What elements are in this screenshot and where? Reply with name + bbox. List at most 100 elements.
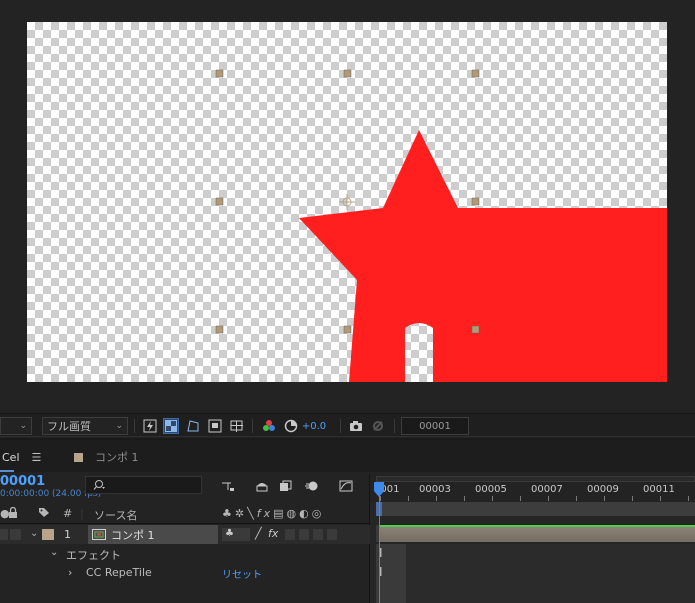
grid-guides-icon[interactable] — [229, 418, 245, 434]
ruler-label: 00011 — [643, 484, 675, 495]
effects-group-label: エフェクト — [66, 549, 121, 562]
frame-blend-switch-icon[interactable]: ▤ — [273, 507, 286, 520]
effects-group-row[interactable]: ⌄ エフェクト — [0, 544, 370, 563]
composition-icon — [92, 529, 106, 540]
red-star-shape[interactable] — [299, 130, 667, 382]
collapse-switch-icon[interactable]: ✲ — [235, 507, 247, 520]
toolbar-divider — [394, 419, 395, 433]
switches-column-header: ♣✲╲fx▤◍◐◎ — [222, 507, 324, 520]
layer-number-column-header[interactable]: # — [63, 507, 72, 520]
lock-toggle[interactable] — [10, 529, 21, 540]
ruler-label: 00007 — [531, 484, 563, 495]
active-tab-indicator — [0, 470, 14, 472]
3d-layer-switch[interactable] — [327, 529, 337, 540]
tab-label: Cel — [2, 450, 20, 464]
composition-canvas[interactable] — [27, 22, 667, 382]
layer-search-input[interactable] — [85, 476, 202, 494]
panel-menu-icon[interactable]: ☰ — [32, 451, 42, 464]
3d-layer-switch-icon[interactable]: ◎ — [312, 507, 325, 520]
toolbar-divider — [340, 419, 341, 433]
column-divider: | — [80, 507, 84, 520]
search-icon — [93, 480, 105, 490]
exposure-value[interactable]: +0.0 — [302, 417, 326, 435]
camera-snapshot-icon[interactable] — [348, 418, 364, 434]
lock-icon[interactable] — [8, 506, 18, 521]
ruler-tick — [520, 496, 521, 501]
timeline-panel: Cel ☰ コンポ 1 00001 0:00:00:00 (24.00 fps) — [0, 438, 695, 603]
effects-keyframe-track[interactable]: I — [376, 544, 695, 563]
motion-blur-icon[interactable] — [304, 477, 320, 495]
effect-keyframe-track[interactable]: I — [376, 563, 695, 582]
ruler-label: 00009 — [587, 484, 619, 495]
shy-layers-icon[interactable] — [254, 477, 270, 495]
show-snapshot-icon[interactable] — [370, 418, 386, 434]
ruler-tick — [492, 496, 493, 501]
chevron-down-icon: ⌄ — [115, 421, 123, 431]
quality-switch-icon[interactable]: ╱ — [255, 527, 262, 540]
layer-name-cell[interactable]: コンポ 1 — [88, 525, 218, 544]
visibility-toggle[interactable] — [0, 529, 8, 540]
source-name-column-header[interactable]: ソース名 — [94, 507, 137, 523]
tab-comp-1[interactable]: コンポ 1 — [74, 448, 139, 466]
resolution-label: フル画質 — [47, 420, 91, 433]
ruler-tick — [688, 496, 689, 501]
shy-switch-icon[interactable]: ♣ — [222, 528, 250, 541]
rgb-channels-icon[interactable] — [261, 418, 277, 434]
track-stub — [376, 582, 406, 603]
effect-row[interactable]: › CC RepeTile リセット — [0, 563, 370, 582]
work-area-navigator[interactable] — [376, 476, 695, 482]
toolbar-divider — [252, 419, 253, 433]
adjustment-switch-icon[interactable]: ◐ — [299, 507, 312, 520]
anchor-point-icon[interactable] — [339, 194, 355, 210]
timeline-tab-bar: Cel ☰ コンポ 1 — [0, 438, 695, 472]
layer-column-header: ● # | ソース名 ♣✲╲fx▤◍◐◎ — [0, 504, 370, 524]
adjustment-switch[interactable] — [313, 529, 323, 540]
current-time-display[interactable]: 00001 — [0, 474, 45, 489]
quality-switch-icon[interactable]: ╲ — [247, 507, 257, 520]
ruler-tick — [548, 496, 549, 501]
motion-blur-switch[interactable] — [299, 529, 309, 540]
current-frame-field[interactable]: 00001 — [401, 417, 469, 435]
timeline-track-area[interactable]: I I — [370, 502, 695, 603]
current-time-indicator-line[interactable] — [379, 482, 380, 603]
mask-path-visibility-icon[interactable] — [185, 418, 201, 434]
graph-editor-icon[interactable] — [338, 477, 354, 495]
ruler-tick — [660, 496, 661, 501]
layer-row[interactable]: ⌄ 1 コンポ 1 ♣ ╱ fx — [0, 525, 370, 544]
work-area-bar[interactable] — [376, 502, 695, 516]
effect-switch-icon[interactable]: fx — [268, 527, 278, 540]
composition-viewer — [0, 0, 695, 412]
chevron-down-icon[interactable]: ⌄ — [50, 547, 58, 558]
ruler-tick — [464, 496, 465, 501]
comp-flowchart-icon[interactable] — [220, 477, 236, 495]
region-of-interest-icon[interactable] — [207, 418, 223, 434]
time-ruler[interactable]: 0001 00003 00005 00007 00009 00011 — [370, 474, 695, 502]
layer-index: 1 — [64, 528, 71, 541]
time-control-row: 00001 0:00:00:00 (24.00 fps) — [0, 474, 370, 500]
ruler-tick — [604, 496, 605, 501]
current-time-indicator-icon[interactable] — [373, 482, 385, 498]
ruler-tick — [632, 496, 633, 501]
chevron-down-icon: ⌄ — [19, 421, 27, 431]
frame-blend-switch[interactable] — [285, 529, 295, 540]
effect-reset-link[interactable]: リセット — [222, 566, 262, 581]
motion-blur-switch-icon[interactable]: ◍ — [287, 507, 300, 520]
effect-switch-icon[interactable]: fx — [257, 507, 273, 520]
chevron-down-icon[interactable]: ⌄ — [30, 528, 38, 539]
transparency-grid-icon[interactable] — [163, 418, 179, 434]
shy-switch-icon[interactable]: ♣ — [222, 507, 235, 520]
viewer-toolbar: ⌄ フル画質 ⌄ +0.0 00001 — [0, 413, 695, 437]
magnification-dropdown[interactable]: ⌄ — [0, 417, 32, 435]
empty-track — [376, 582, 695, 603]
ruler-label: 00005 — [475, 484, 507, 495]
label-color-swatch — [74, 452, 83, 462]
reset-exposure-icon[interactable] — [283, 418, 299, 434]
label-tag-icon[interactable] — [38, 507, 50, 521]
layer-duration-bar[interactable] — [380, 525, 695, 542]
chevron-right-icon[interactable]: › — [68, 566, 72, 579]
frame-blending-icon[interactable] — [278, 477, 294, 495]
layer-label-swatch[interactable] — [42, 529, 54, 540]
tab-timeline-cel[interactable]: Cel ☰ — [2, 448, 41, 466]
fast-preview-icon[interactable] — [142, 418, 158, 434]
resolution-dropdown[interactable]: フル画質 ⌄ — [42, 417, 128, 435]
